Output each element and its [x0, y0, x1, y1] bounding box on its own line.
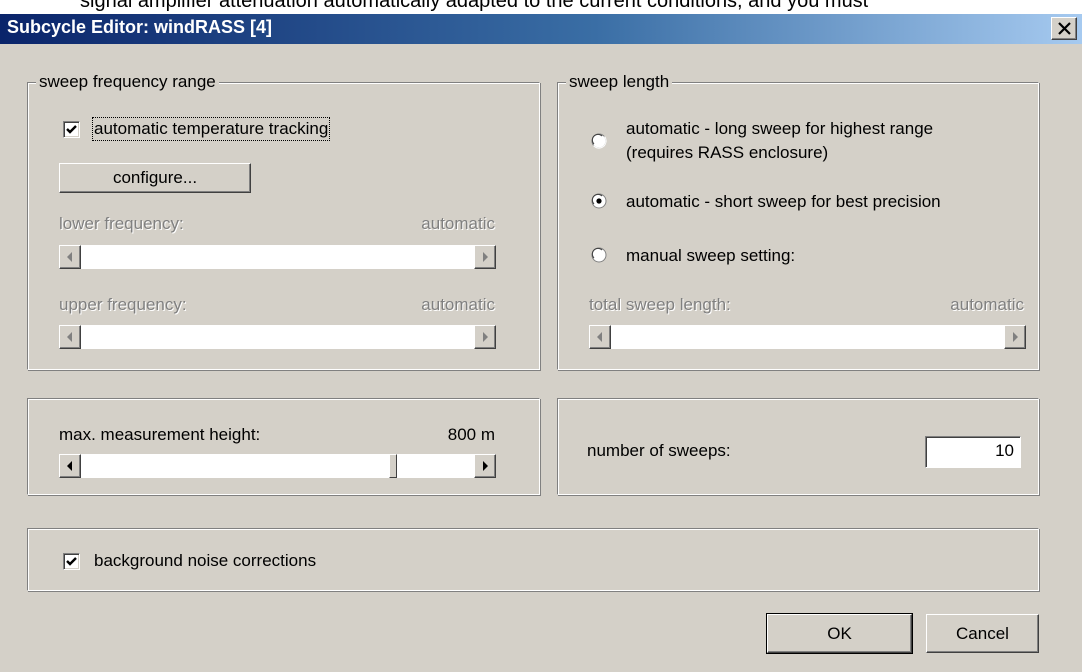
- close-button[interactable]: [1051, 17, 1077, 40]
- scroll-left-button[interactable]: [589, 325, 611, 349]
- arrow-left-icon: [67, 461, 72, 471]
- sweep-frequency-range-group: sweep frequency range automatic temperat…: [27, 72, 540, 370]
- arrow-right-icon: [483, 461, 488, 471]
- scroll-right-button[interactable]: [474, 245, 496, 269]
- background-noise-checkbox[interactable]: [63, 553, 80, 570]
- checkmark-icon: [66, 125, 77, 134]
- scroll-track[interactable]: [81, 245, 474, 269]
- window-title: Subcycle Editor: windRASS [4]: [7, 17, 273, 37]
- total-sweep-length-value: automatic: [950, 295, 1024, 314]
- arrow-right-icon: [483, 332, 488, 342]
- radio-manual-sweep[interactable]: [591, 247, 607, 263]
- upper-frequency-scrollbar[interactable]: [59, 325, 496, 349]
- background-window-strip: signal amplifier attenuation automatical…: [0, 0, 1082, 14]
- scroll-right-button[interactable]: [474, 454, 496, 478]
- total-sweep-length-label: total sweep length:: [589, 295, 731, 314]
- arrow-left-icon: [67, 332, 72, 342]
- lower-frequency-scrollbar[interactable]: [59, 245, 496, 269]
- upper-frequency-value: automatic: [421, 295, 495, 314]
- configure-button[interactable]: configure...: [59, 163, 251, 193]
- auto-temp-tracking-checkbox[interactable]: [63, 121, 80, 138]
- close-icon: [1058, 22, 1071, 35]
- number-of-sweeps-group: number of sweeps: 10: [557, 398, 1039, 495]
- arrow-right-icon: [1013, 332, 1018, 342]
- scroll-left-button[interactable]: [59, 325, 81, 349]
- title-bar[interactable]: Subcycle Editor: windRASS [4]: [0, 14, 1082, 44]
- max-measurement-height-label: max. measurement height:: [59, 425, 261, 444]
- background-window-text: signal amplifier attenuation automatical…: [80, 0, 869, 12]
- ok-button[interactable]: OK: [766, 613, 913, 654]
- checkmark-icon: [66, 557, 77, 566]
- arrow-left-icon: [597, 332, 602, 342]
- lower-frequency-value: automatic: [421, 214, 495, 233]
- lower-frequency-label: lower frequency:: [59, 214, 184, 233]
- sweep-length-group: sweep length automatic - long sweep for …: [557, 72, 1039, 370]
- arrow-left-icon: [67, 252, 72, 262]
- long-sweep-label-line2[interactable]: (requires RASS enclosure): [626, 143, 828, 163]
- slider-track[interactable]: [81, 454, 474, 478]
- radio-short-sweep[interactable]: [591, 193, 607, 209]
- sweep-frequency-range-legend: sweep frequency range: [36, 72, 219, 92]
- scroll-left-button[interactable]: [59, 454, 81, 478]
- max-measurement-height-value: 800 m: [447, 425, 495, 444]
- short-sweep-label[interactable]: automatic - short sweep for best precisi…: [626, 192, 941, 212]
- scroll-right-button[interactable]: [1004, 325, 1026, 349]
- number-of-sweeps-input[interactable]: 10: [925, 436, 1021, 468]
- scroll-left-button[interactable]: [59, 245, 81, 269]
- radio-long-sweep[interactable]: [591, 133, 607, 149]
- upper-frequency-label: upper frequency:: [59, 295, 187, 314]
- max-measurement-height-slider[interactable]: [59, 454, 496, 478]
- background-noise-group: background noise corrections: [27, 528, 1039, 591]
- background-noise-label[interactable]: background noise corrections: [94, 551, 316, 571]
- cancel-button[interactable]: Cancel: [926, 614, 1039, 653]
- auto-temp-tracking-label[interactable]: automatic temperature tracking: [91, 117, 331, 141]
- sweep-length-legend: sweep length: [566, 72, 673, 92]
- long-sweep-label-line1[interactable]: automatic - long sweep for highest range: [626, 119, 933, 139]
- manual-sweep-label[interactable]: manual sweep setting:: [626, 246, 795, 266]
- measurement-height-group: max. measurement height: 800 m: [27, 398, 540, 495]
- total-sweep-length-scrollbar[interactable]: [589, 325, 1026, 349]
- number-of-sweeps-label: number of sweeps:: [587, 441, 731, 460]
- scroll-right-button[interactable]: [474, 325, 496, 349]
- arrow-right-icon: [483, 252, 488, 262]
- scroll-track[interactable]: [81, 325, 474, 349]
- slider-thumb[interactable]: [389, 454, 397, 478]
- scroll-track[interactable]: [611, 325, 1004, 349]
